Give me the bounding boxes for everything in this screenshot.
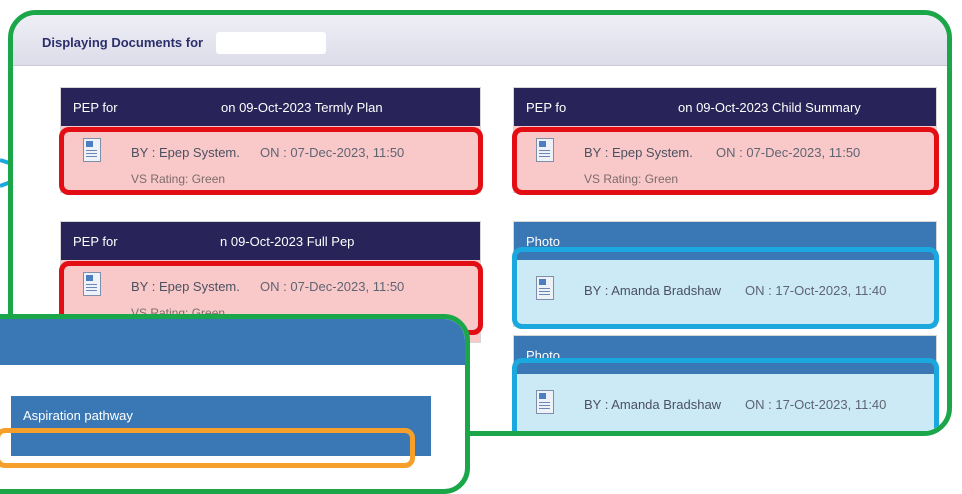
redacted-name — [216, 32, 326, 54]
card-title: on 09-Oct-2023 Termly Plan — [221, 100, 383, 115]
highlight-box — [0, 428, 415, 468]
highlight-box — [512, 358, 939, 431]
highlight-box — [512, 127, 939, 195]
card-title: on 09-Oct-2023 Child Summary — [678, 100, 861, 115]
header-title: Displaying Documents for — [42, 35, 204, 50]
card-header: PEP for on 09-Oct-2023 Termly Plan — [61, 88, 480, 126]
card-header: PEP for n 09-Oct-2023 Full Pep — [61, 222, 480, 260]
overlay-header — [0, 319, 465, 365]
card-title: n 09-Oct-2023 Full Pep — [220, 234, 355, 249]
card-title-prefix: PEP for — [73, 100, 118, 115]
highlight-box — [512, 247, 939, 329]
card-title-prefix: PEP fo — [526, 100, 567, 115]
card-title-prefix: PEP for — [73, 234, 118, 249]
card-header: PEP fo on 09-Oct-2023 Child Summary — [514, 88, 936, 126]
highlight-box — [59, 127, 483, 195]
aspiration-pathway-title: Aspiration pathway — [23, 408, 133, 423]
overlay-panel: Aspiration pathway — [0, 314, 470, 494]
documents-header: Displaying Documents for — [13, 15, 947, 66]
